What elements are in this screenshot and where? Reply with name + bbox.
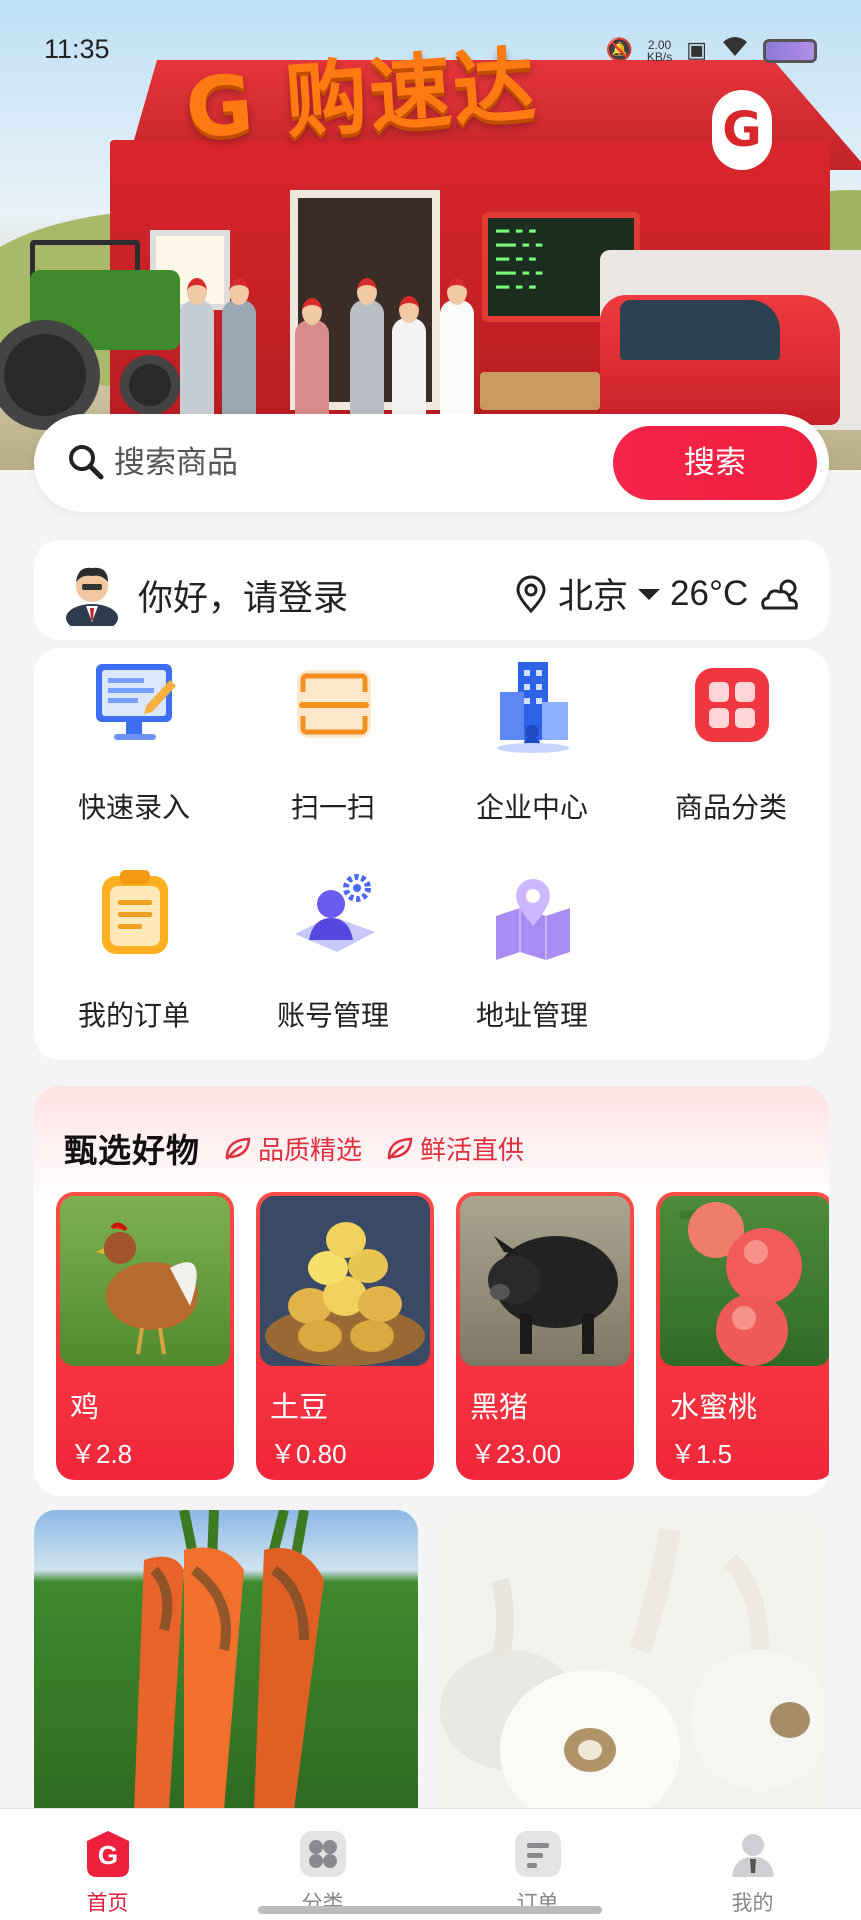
selected-goods-section: 甄选好物 品质精选 鲜活直供 鸡 ￥2.8 土豆 ￥0.80 黑猪 ￥23.00… (34, 1086, 829, 1496)
product-name: 黑猪 (470, 1390, 529, 1424)
computer-edit-icon (96, 664, 176, 740)
scan-icon (297, 670, 371, 738)
person-figure (440, 278, 474, 420)
product-name: 土豆 (270, 1390, 329, 1424)
product-card[interactable]: 黑猪 ￥23.00 (456, 1192, 634, 1480)
quick-action-label: 扫一扫 (290, 791, 375, 824)
search-bar: 搜索 (34, 414, 829, 512)
building-icon (497, 662, 569, 753)
feed-card[interactable] (440, 1510, 824, 1810)
login-prompt[interactable]: 你好，请登录 (138, 570, 348, 621)
category-icon (300, 1831, 346, 1877)
product-card[interactable]: 水蜜桃 ￥1.5 (656, 1192, 829, 1480)
product-name: 水蜜桃 (670, 1390, 758, 1424)
tag-label: 鲜活直供 (420, 1136, 525, 1166)
product-card[interactable]: 鸡 ￥2.8 (56, 1192, 234, 1480)
speed-unit: KB/s (646, 49, 673, 64)
quick-action-label: 快速录入 (77, 791, 190, 824)
tab-label: 我的 (731, 1891, 774, 1915)
search-input[interactable] (114, 436, 634, 490)
truck-window (620, 300, 780, 360)
tab-home[interactable]: G 首页 (0, 1809, 215, 1920)
quick-action-scan[interactable]: 扫一扫 (233, 658, 433, 838)
search-icon (69, 445, 104, 480)
tab-orders[interactable]: 订单 (430, 1809, 645, 1920)
goods-carousel[interactable]: 鸡 ￥2.8 土豆 ￥0.80 黑猪 ￥23.00 水蜜桃 ￥1.5 (54, 1192, 829, 1482)
status-icons: 🔕 2.00 KB/s ▣ (605, 36, 817, 65)
quick-action-enterprise[interactable]: 企业中心 (432, 658, 632, 838)
svg-text:G: G (98, 1840, 118, 1870)
map-pin-icon (496, 879, 570, 960)
tab-label: 首页 (86, 1891, 129, 1915)
section-tag: 鲜活直供 (386, 1130, 524, 1167)
account-settings-icon (295, 874, 375, 952)
peach-image (679, 1202, 802, 1366)
location-weather[interactable]: 北京 26°C (514, 568, 804, 619)
carrot-image (134, 1510, 324, 1810)
product-price: ￥2.8 (70, 1439, 133, 1469)
city-name[interactable]: 北京 (558, 568, 628, 619)
speed-value: 2.00 (647, 37, 672, 52)
gesture-home-bar[interactable] (258, 1906, 602, 1914)
product-price: ￥23.00 (470, 1439, 562, 1469)
quick-action-label: 商品分类 (674, 791, 787, 824)
potato-image (265, 1222, 425, 1366)
user-bar: 你好，请登录 北京 26°C (34, 540, 829, 640)
quick-action-label: 地址管理 (475, 999, 588, 1032)
tractor-illustration (0, 240, 200, 430)
status-bar: 11:35 🔕 2.00 KB/s ▣ (0, 0, 861, 100)
quick-action-address[interactable]: 地址管理 (432, 866, 632, 1046)
clipboard-icon (102, 870, 168, 954)
category-grid-icon (695, 668, 769, 742)
product-name: 鸡 (70, 1390, 100, 1424)
wifi-icon (721, 36, 749, 65)
status-time: 11:35 (44, 34, 110, 64)
product-price: ￥1.5 (670, 1439, 733, 1469)
location-pin-icon (516, 575, 546, 613)
tab-mine[interactable]: 我的 (645, 1809, 860, 1920)
black-pig-image (488, 1236, 618, 1354)
brand-g-logo: G (712, 90, 772, 170)
sim-icon: ▣ (686, 37, 707, 63)
produce-crates (480, 372, 600, 410)
garlic-image (440, 1528, 824, 1810)
person-figure (222, 278, 256, 420)
quick-action-fast-entry[interactable]: 快速录入 (34, 658, 234, 838)
person-figure (350, 278, 384, 420)
product-price: ￥0.80 (270, 1439, 347, 1469)
profile-icon (732, 1834, 774, 1877)
section-tag: 品质精选 (224, 1130, 362, 1167)
person-figure (180, 278, 214, 420)
partly-cloudy-icon (761, 579, 799, 609)
product-image (60, 1196, 230, 1366)
leaf-icon (225, 1137, 251, 1160)
orders-icon (515, 1831, 561, 1877)
quick-action-label: 我的订单 (77, 999, 190, 1032)
product-image (460, 1196, 630, 1366)
battery-icon (763, 38, 817, 63)
product-image (660, 1196, 829, 1366)
home-g-icon: G (87, 1831, 129, 1877)
quick-action-label: 企业中心 (475, 791, 588, 824)
quick-action-my-orders[interactable]: 我的订单 (34, 866, 234, 1046)
product-card[interactable]: 土豆 ￥0.80 (256, 1192, 434, 1480)
tab-category[interactable]: 分类 (215, 1809, 430, 1920)
network-speed: 2.00 KB/s (647, 39, 672, 63)
leaf-icon (387, 1137, 413, 1160)
temperature: 26°C (670, 573, 749, 613)
bottom-tab-bar: G 首页 分类 订单 我的 (0, 1808, 861, 1920)
feed-card[interactable] (34, 1510, 418, 1810)
tag-label: 品质精选 (258, 1136, 363, 1166)
section-title: 甄选好物 (64, 1131, 200, 1170)
mute-icon: 🔕 (605, 37, 633, 63)
search-button[interactable]: 搜索 (613, 426, 817, 500)
quick-action-category[interactable]: 商品分类 (631, 658, 831, 838)
chicken-image (96, 1222, 198, 1355)
quick-action-label: 账号管理 (276, 999, 389, 1032)
product-image (260, 1196, 430, 1366)
quick-action-account[interactable]: 账号管理 (233, 866, 433, 1046)
quick-actions-panel: 快速录入 扫一扫 企业中心 商品分类 我的订单 账号管理 地址管理 (34, 648, 829, 1060)
chevron-down-icon[interactable] (638, 587, 661, 601)
avatar[interactable] (62, 560, 122, 626)
